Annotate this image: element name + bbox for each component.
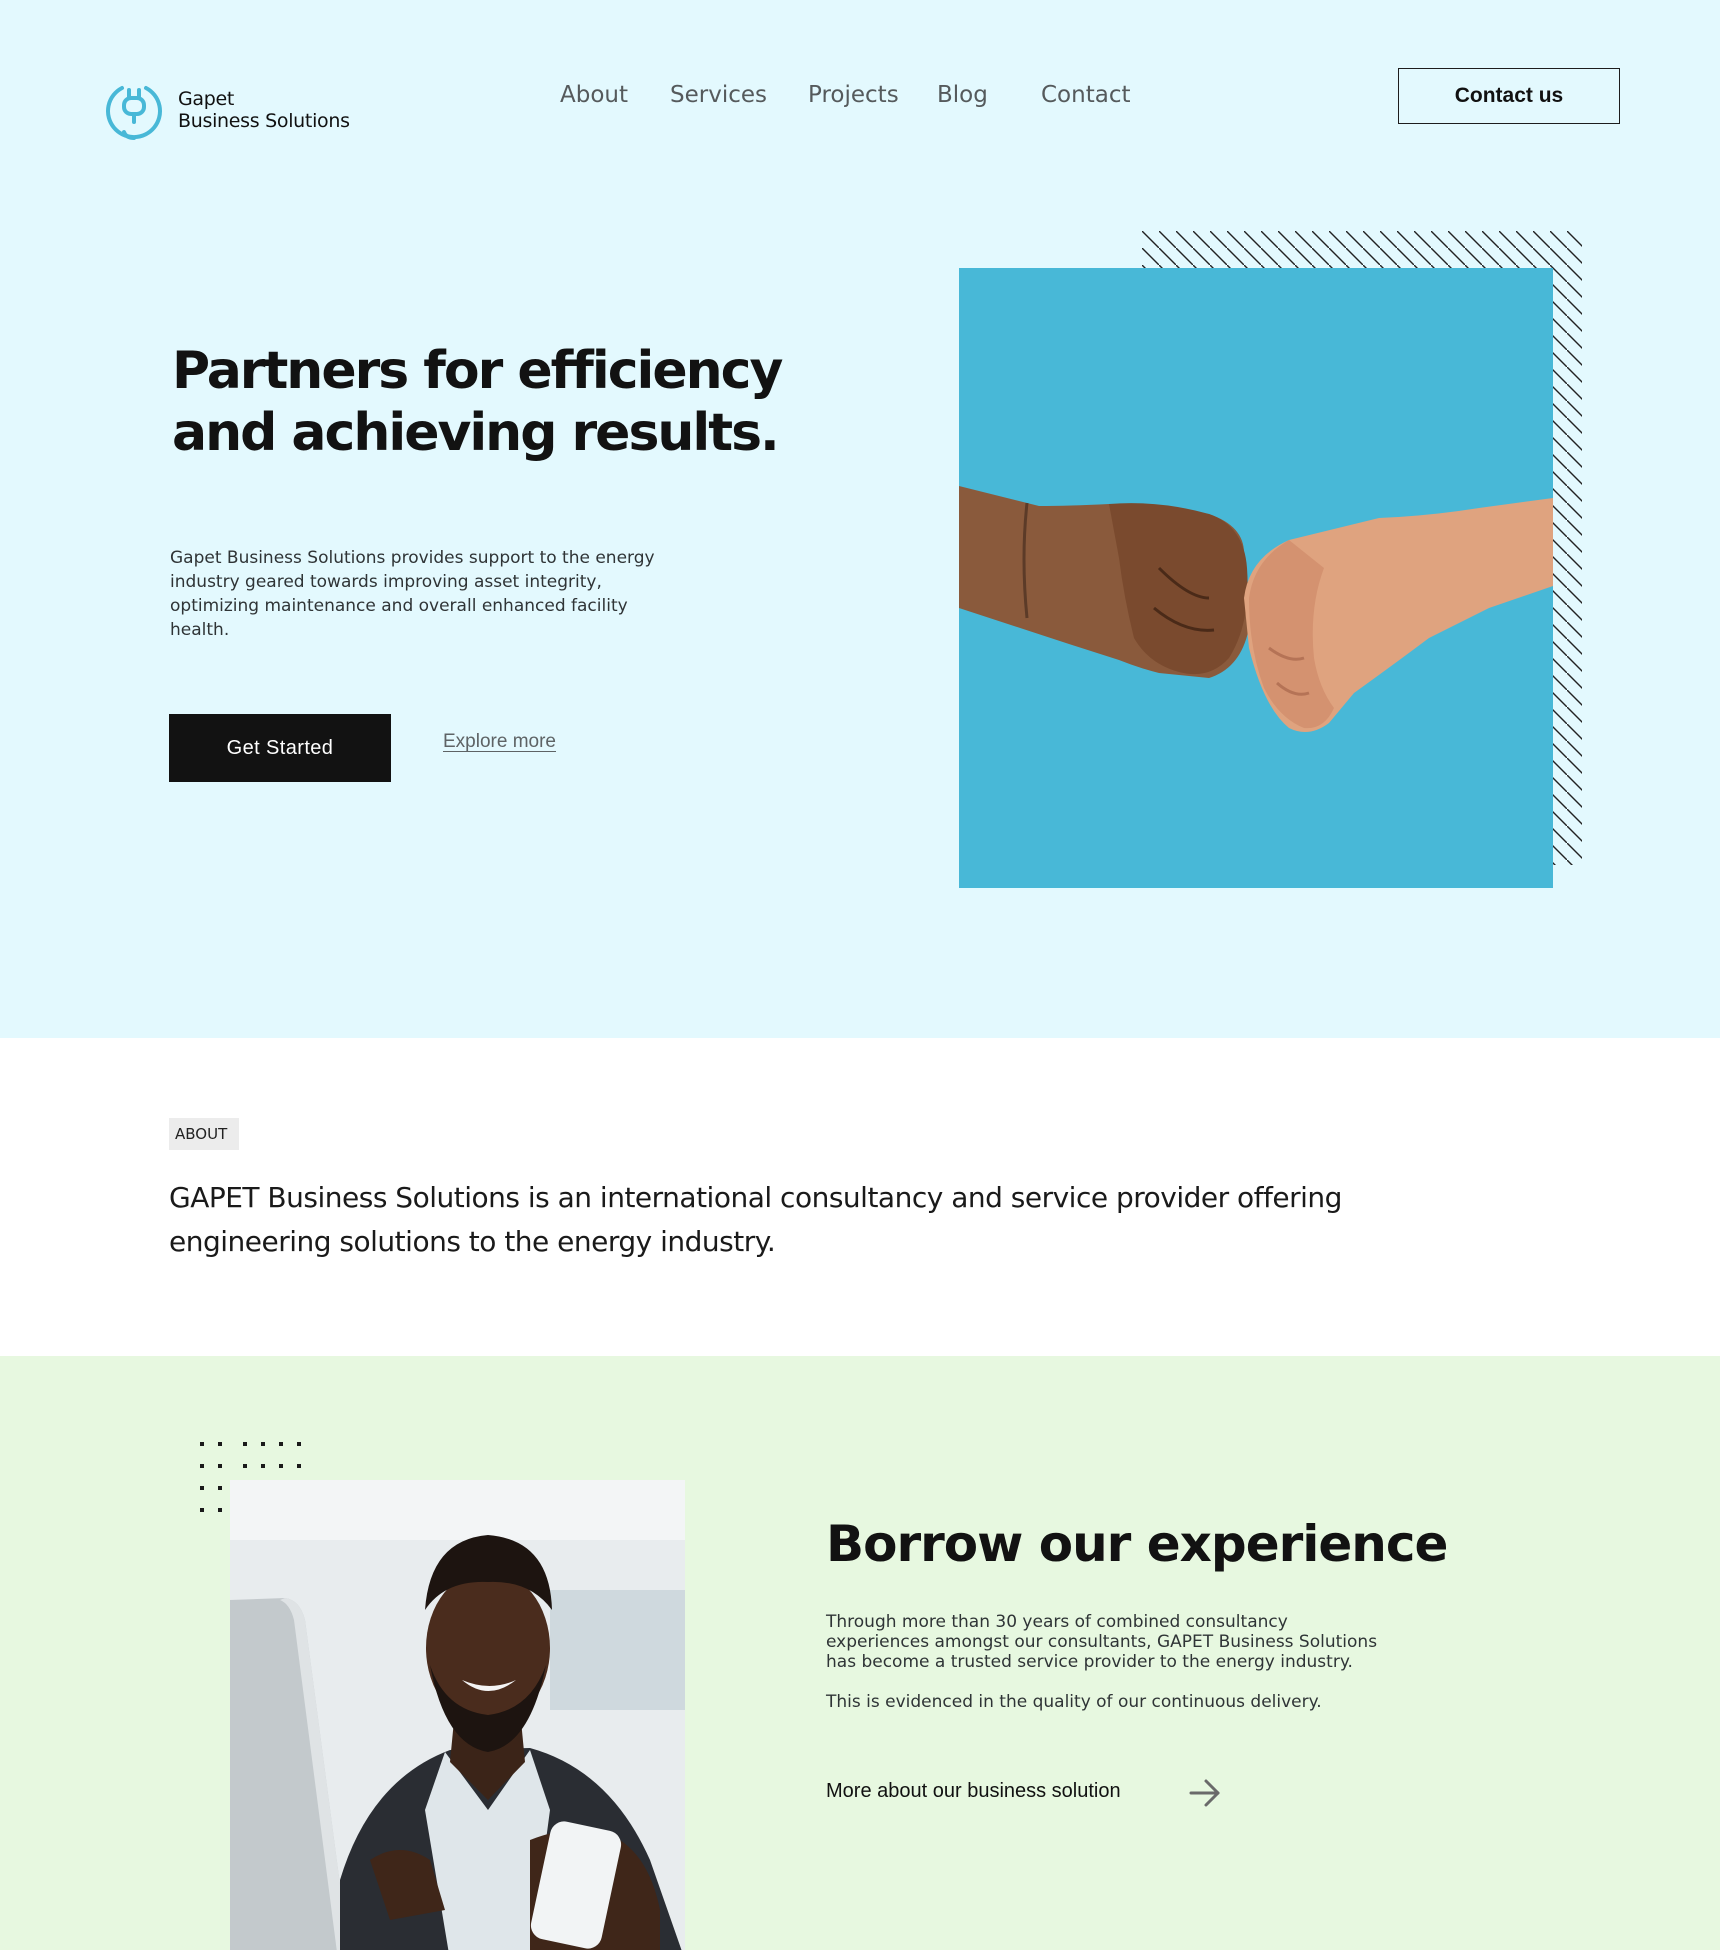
hero-title: Partners for efficiency and achieving re… (172, 340, 792, 464)
contact-us-button[interactable]: Contact us (1398, 68, 1620, 124)
get-started-button[interactable]: Get Started (169, 714, 391, 782)
about-text: GAPET Business Solutions is an internati… (169, 1181, 1342, 1258)
about-section: ABOUT GAPET Business Solutions is an int… (0, 1038, 1720, 1356)
nav-item-contact[interactable]: Contact (1041, 82, 1130, 108)
experience-paragraph-2: This is evidenced in the quality of our … (826, 1692, 1322, 1712)
brand-logo[interactable]: Gapet Business Solutions (102, 78, 350, 142)
about-tag: ABOUT (169, 1118, 240, 1150)
nav-item-projects[interactable]: Projects (808, 82, 899, 108)
hero-section: Gapet Business Solutions About Services … (0, 0, 1720, 1038)
brand-name-line1: Gapet (178, 88, 235, 110)
hero-title-line1: Partners for efficiency (172, 341, 783, 401)
businessman-with-phone-photo (230, 1480, 685, 1950)
experience-section: Borrow our experience Through more than … (0, 1356, 1720, 1950)
nav-item-about[interactable]: About (560, 82, 628, 108)
fist-bump-photo (959, 268, 1553, 888)
hero-description: Gapet Business Solutions provides suppor… (170, 548, 655, 640)
experience-title: Borrow our experience (826, 1515, 1448, 1573)
hero-title-line2: and achieving results. (172, 403, 780, 463)
plug-logo-icon (106, 86, 162, 140)
explore-more-link[interactable]: Explore more (443, 731, 556, 753)
more-about-business-link-label: More about our business solution (826, 1780, 1121, 1802)
arrow-right-icon (1189, 1779, 1220, 1807)
brand-name: Gapet Business Solutions (178, 88, 350, 132)
nav-item-blog[interactable]: Blog (937, 82, 988, 108)
experience-paragraph-1: Through more than 30 years of combined c… (826, 1612, 1378, 1672)
nav-item-services[interactable]: Services (670, 82, 767, 108)
more-about-business-link[interactable]: More about our business solution (826, 1779, 1220, 1807)
brand-name-line2: Business Solutions (178, 110, 350, 132)
